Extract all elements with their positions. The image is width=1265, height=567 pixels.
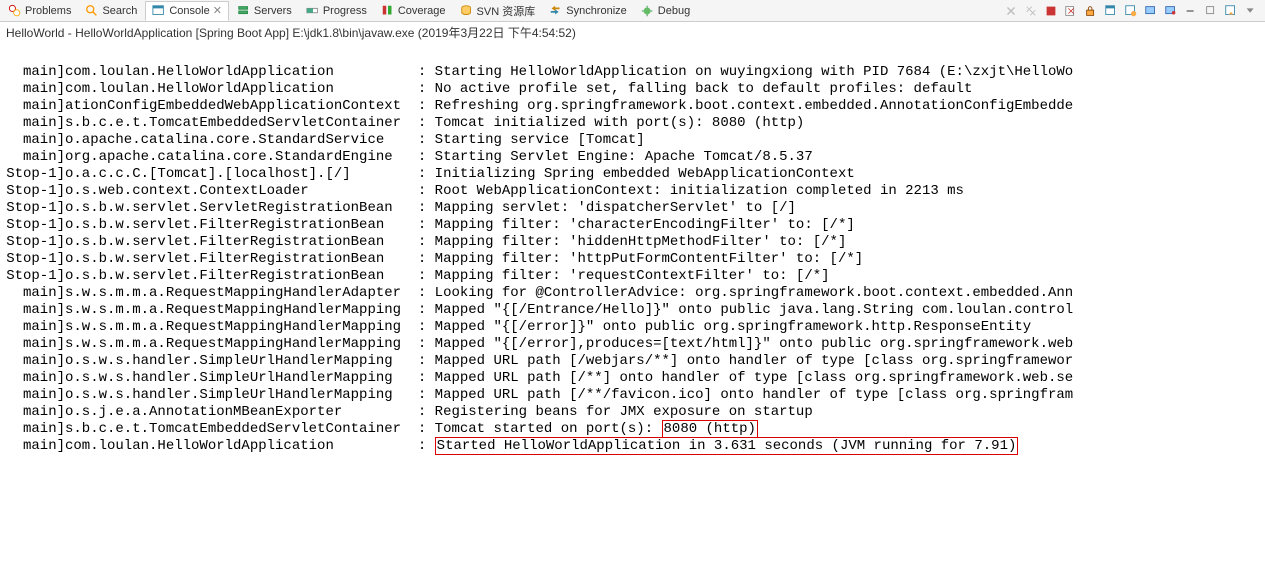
log-line: main] org.apache.catalina.core.StandardE… bbox=[0, 149, 1265, 166]
log-line: Stop-1] o.s.web.context.ContextLoader : … bbox=[0, 183, 1265, 200]
tab-debug[interactable]: Debug bbox=[635, 2, 696, 20]
maximize-icon[interactable] bbox=[1203, 3, 1219, 19]
display-selected-icon[interactable] bbox=[1123, 3, 1139, 19]
log-line: main] o.apache.catalina.core.StandardSer… bbox=[0, 132, 1265, 149]
log-line: main] com.loulan.HelloWorldApplication :… bbox=[0, 438, 1265, 455]
log-line: main] s.w.s.m.m.a.RequestMappingHandlerA… bbox=[0, 285, 1265, 302]
log-line: main] s.w.s.m.m.a.RequestMappingHandlerM… bbox=[0, 336, 1265, 353]
tab-label: Servers bbox=[254, 5, 292, 17]
log-line: Stop-1] o.s.b.w.servlet.FilterRegistrati… bbox=[0, 217, 1265, 234]
tab-label: Progress bbox=[323, 5, 367, 17]
tab-synchronize[interactable]: Synchronize bbox=[543, 2, 633, 20]
terminate-icon[interactable] bbox=[1043, 3, 1059, 19]
console-process-header: HelloWorld - HelloWorldApplication [Spri… bbox=[0, 22, 1265, 43]
tab-label: Coverage bbox=[398, 5, 446, 17]
minimize-icon[interactable] bbox=[1183, 3, 1199, 19]
scroll-lock-icon[interactable] bbox=[1083, 3, 1099, 19]
servers-icon bbox=[237, 4, 251, 18]
log-line: Stop-1] o.s.b.w.servlet.FilterRegistrati… bbox=[0, 268, 1265, 285]
pin-console-icon[interactable] bbox=[1103, 3, 1119, 19]
tab-svn[interactable]: SVN 资源库 bbox=[454, 1, 542, 21]
log-line: Stop-1] o.s.b.w.servlet.ServletRegistrat… bbox=[0, 200, 1265, 217]
open-console-icon[interactable] bbox=[1223, 3, 1239, 19]
log-line: main] com.loulan.HelloWorldApplication :… bbox=[0, 81, 1265, 98]
log-line: main] s.b.c.e.t.TomcatEmbeddedServletCon… bbox=[0, 421, 1265, 438]
search-icon bbox=[85, 4, 99, 18]
sync-icon bbox=[549, 4, 563, 18]
tab-servers[interactable]: Servers bbox=[231, 2, 298, 20]
view-tabbar: Problems Search Console ✕ Servers Progres… bbox=[0, 0, 1265, 22]
tab-problems[interactable]: Problems bbox=[2, 2, 77, 20]
close-tab-icon[interactable]: ✕ bbox=[213, 4, 222, 17]
log-line: main] s.b.c.e.t.TomcatEmbeddedServletCon… bbox=[0, 115, 1265, 132]
tab-label: Debug bbox=[658, 5, 690, 17]
tab-label: Console bbox=[169, 5, 209, 17]
remove-all-icon[interactable] bbox=[1023, 3, 1039, 19]
tab-label: Problems bbox=[25, 5, 71, 17]
log-line: main] o.s.w.s.handler.SimpleUrlHandlerMa… bbox=[0, 370, 1265, 387]
console-output[interactable]: main] com.loulan.HelloWorldApplication :… bbox=[0, 43, 1265, 459]
view-menu-icon[interactable] bbox=[1243, 3, 1259, 19]
log-line: main] s.w.s.m.m.a.RequestMappingHandlerM… bbox=[0, 319, 1265, 336]
tab-coverage[interactable]: Coverage bbox=[375, 2, 452, 20]
tab-label: Search bbox=[102, 5, 137, 17]
clear-console-icon[interactable] bbox=[1063, 3, 1079, 19]
tab-console[interactable]: Console ✕ bbox=[145, 1, 229, 21]
log-line: main] ationConfigEmbeddedWebApplicationC… bbox=[0, 98, 1265, 115]
log-line: main] o.s.w.s.handler.SimpleUrlHandlerMa… bbox=[0, 353, 1265, 370]
show-console-stderr-icon[interactable] bbox=[1163, 3, 1179, 19]
log-line: main] s.w.s.m.m.a.RequestMappingHandlerM… bbox=[0, 302, 1265, 319]
log-line: main] o.s.j.e.a.AnnotationMBeanExporter … bbox=[0, 404, 1265, 421]
problems-icon bbox=[8, 4, 22, 18]
log-line: Stop-1] o.s.b.w.servlet.FilterRegistrati… bbox=[0, 251, 1265, 268]
tab-search[interactable]: Search bbox=[79, 2, 143, 20]
log-line: main] com.loulan.HelloWorldApplication :… bbox=[0, 64, 1265, 81]
remove-launch-icon[interactable] bbox=[1003, 3, 1019, 19]
svn-icon bbox=[460, 4, 474, 18]
log-line: Stop-1] o.a.c.c.C.[Tomcat].[localhost].[… bbox=[0, 166, 1265, 183]
tab-label: SVN 资源库 bbox=[477, 3, 536, 19]
tab-label: Synchronize bbox=[566, 5, 627, 17]
console-icon bbox=[152, 4, 166, 18]
progress-icon bbox=[306, 4, 320, 18]
log-line: Stop-1] o.s.b.w.servlet.FilterRegistrati… bbox=[0, 234, 1265, 251]
tab-progress[interactable]: Progress bbox=[300, 2, 373, 20]
coverage-icon bbox=[381, 4, 395, 18]
show-console-stdout-icon[interactable] bbox=[1143, 3, 1159, 19]
console-toolbar bbox=[1003, 3, 1265, 19]
debug-icon bbox=[641, 4, 655, 18]
log-line: main] o.s.w.s.handler.SimpleUrlHandlerMa… bbox=[0, 387, 1265, 404]
